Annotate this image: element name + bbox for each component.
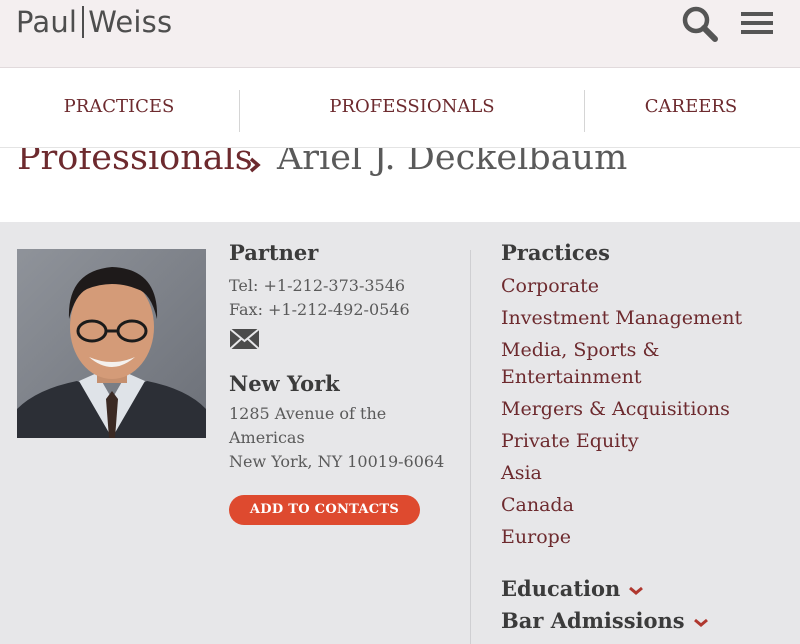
job-title: Partner: [229, 240, 319, 265]
column-divider: [470, 250, 471, 644]
practice-link[interactable]: Europe: [501, 524, 571, 551]
chevron-down-icon: [629, 586, 644, 595]
practice-link[interactable]: Private Equity: [501, 428, 639, 455]
site-header: Paul Weiss: [0, 0, 800, 68]
office-address-line3: New York, NY 10019-6064: [229, 452, 445, 471]
office-address-line1: 1285 Avenue of the: [229, 404, 387, 423]
logo-text-paul: Paul: [16, 5, 78, 39]
fax-number: Fax: +1-212-492-0546: [229, 300, 410, 319]
main-nav: PRACTICES PROFESSIONALS CAREERS: [0, 68, 800, 148]
hamburger-menu-icon: [741, 12, 773, 34]
search-icon: [682, 6, 718, 42]
nav-practices[interactable]: PRACTICES: [0, 68, 238, 146]
phone-number[interactable]: Tel: +1-212-373-3546: [229, 276, 405, 295]
practice-link[interactable]: Canada: [501, 492, 574, 519]
breadcrumb-professionals-link[interactable]: Professionals: [17, 148, 253, 178]
practice-link[interactable]: Mergers & Acquisitions: [501, 396, 730, 423]
practice-link[interactable]: Investment Management: [501, 305, 742, 332]
logo-text-weiss: Weiss: [88, 5, 173, 39]
practice-link[interactable]: Corporate: [501, 273, 599, 300]
logo-divider: [82, 6, 85, 38]
practices-heading: Practices: [501, 240, 610, 265]
office-address-line2: Americas: [229, 428, 305, 447]
search-button[interactable]: [680, 4, 720, 42]
profile-photo: [17, 249, 206, 438]
chevron-right-icon: [249, 157, 261, 173]
practice-link[interactable]: Asia: [501, 460, 542, 487]
menu-button[interactable]: [738, 6, 776, 40]
chevron-down-icon: [693, 618, 708, 627]
practice-link[interactable]: Media, Sports &: [501, 337, 659, 364]
office-city: New York: [229, 371, 340, 396]
page-title: Ariel J. Deckelbaum: [277, 148, 628, 178]
nav-professionals[interactable]: PROFESSIONALS: [240, 68, 584, 146]
nav-careers[interactable]: CAREERS: [585, 68, 797, 146]
breadcrumb: Professionals Ariel J. Deckelbaum: [0, 148, 800, 222]
paul-weiss-logo[interactable]: Paul Weiss: [16, 4, 172, 40]
practice-link[interactable]: Entertainment: [501, 364, 641, 391]
bar-admissions-heading: Bar Admissions: [501, 608, 685, 633]
add-to-contacts-button[interactable]: ADD TO CONTACTS: [229, 495, 420, 525]
bar-admissions-toggle[interactable]: Bar Admissions: [501, 608, 709, 633]
envelope-icon[interactable]: [229, 328, 260, 350]
education-heading: Education: [501, 576, 621, 601]
profile-content: Partner Tel: +1-212-373-3546 Fax: +1-212…: [0, 222, 800, 644]
education-toggle[interactable]: Education: [501, 576, 644, 601]
